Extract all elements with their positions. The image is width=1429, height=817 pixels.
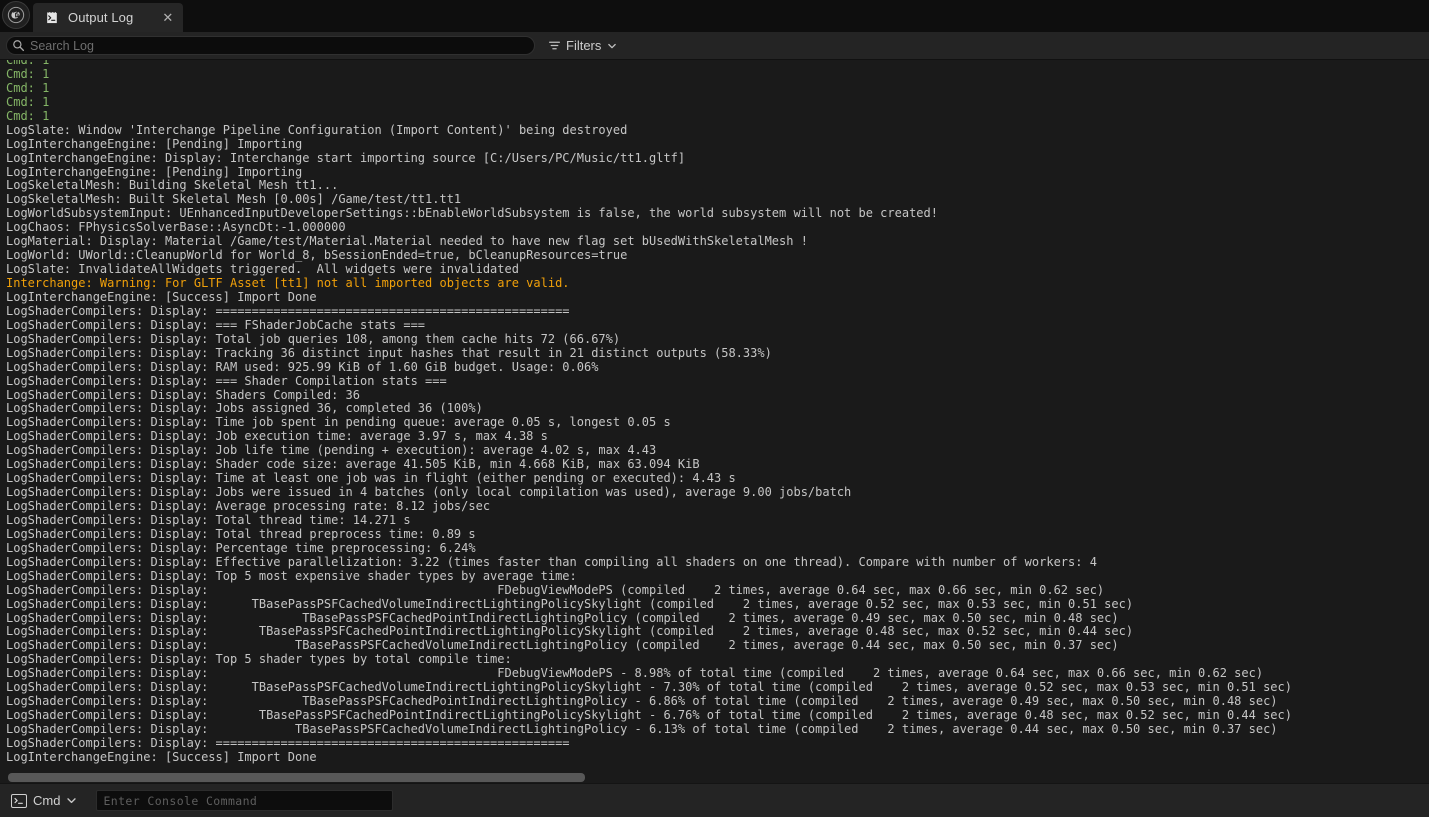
- search-input[interactable]: [26, 38, 528, 53]
- log-line: LogInterchangeEngine: [Pending] Importin…: [6, 164, 303, 179]
- log-toolbar: Filters: [0, 32, 1429, 60]
- log-line: Cmd: 1: [6, 66, 50, 81]
- log-line: LogShaderCompilers: Display: TBasePassPS…: [6, 694, 1278, 709]
- log-line: LogMaterial: Display: Material /Game/tes…: [6, 234, 808, 249]
- log-line: LogShaderCompilers: Display: TBasePassPS…: [6, 610, 1119, 625]
- log-line: Cmd: 1: [6, 108, 50, 123]
- log-line: LogShaderCompilers: Display: TBasePassPS…: [6, 638, 1119, 653]
- console-command-field[interactable]: [96, 790, 394, 811]
- log-line: Cmd: 1: [6, 80, 50, 95]
- log-line: Cmd: 1: [6, 94, 50, 109]
- log-line: LogShaderCompilers: Display: TBasePassPS…: [6, 708, 1292, 723]
- filters-button[interactable]: Filters: [543, 36, 621, 55]
- log-line: LogShaderCompilers: Display: FDebugViewM…: [6, 666, 1264, 681]
- log-line: LogShaderCompilers: Display: Time at lea…: [6, 471, 736, 486]
- log-line: LogShaderCompilers: Display: Jobs were i…: [6, 485, 852, 500]
- tab-output-log[interactable]: Output Log ✕: [33, 3, 184, 32]
- log-line: LogShaderCompilers: Display: Jobs assign…: [6, 401, 483, 416]
- log-line: LogShaderCompilers: Display: TBasePassPS…: [6, 722, 1278, 736]
- log-line-list: Cmd: 1 Cmd: 1 Cmd: 1 Cmd: 1 Cmd: 1 LogSlate: …: [0, 60, 1429, 765]
- unreal-engine-logo-icon[interactable]: [2, 1, 30, 29]
- chevron-down-icon: [606, 40, 617, 51]
- log-line: LogShaderCompilers: Display: === Shader …: [6, 373, 447, 388]
- log-line: LogShaderCompilers: Display: Job executi…: [6, 429, 548, 444]
- log-line: LogShaderCompilers: Display: Shader code…: [6, 457, 700, 472]
- log-output-panel[interactable]: Cmd: 1 Cmd: 1 Cmd: 1 Cmd: 1 Cmd: 1 LogSlate: …: [0, 60, 1429, 772]
- log-line: LogShaderCompilers: Display: Time job sp…: [6, 415, 671, 430]
- search-icon: [11, 38, 26, 53]
- console-command-input[interactable]: [97, 793, 393, 808]
- log-line: LogWorldSubsystemInput: UEnhancedInputDe…: [6, 206, 938, 221]
- log-line: LogShaderCompilers: Display: TBasePassPS…: [6, 624, 1134, 639]
- search-log-field[interactable]: [6, 36, 535, 55]
- horizontal-scrollbar[interactable]: [0, 772, 1429, 783]
- output-log-window: Output Log ✕ Filters: [0, 0, 1429, 817]
- console-command-bar: Cmd: [0, 783, 1429, 817]
- chevron-down-icon: [66, 795, 77, 806]
- scrollbar-track[interactable]: [0, 773, 1429, 782]
- log-line: LogShaderCompilers: Display: TBasePassPS…: [6, 596, 1134, 611]
- log-line: LogShaderCompilers: Display: ===========…: [6, 303, 570, 318]
- log-line: LogSkeletalMesh: Built Skeletal Mesh [0.…: [6, 192, 462, 207]
- log-line: LogShaderCompilers: Display: Effective p…: [6, 554, 1097, 569]
- log-line: LogSkeletalMesh: Building Skeletal Mesh …: [6, 178, 339, 193]
- log-line: LogSlate: InvalidateAllWidgets triggered…: [6, 262, 519, 277]
- log-line: LogShaderCompilers: Display: Total job q…: [6, 331, 621, 346]
- tab-bar: Output Log ✕: [0, 0, 1429, 32]
- log-line: LogShaderCompilers: Display: Shaders Com…: [6, 387, 361, 402]
- log-line: LogShaderCompilers: Display: Job life ti…: [6, 443, 657, 458]
- log-line: Interchange: Warning: For GLTF Asset [tt…: [6, 276, 570, 290]
- tab-label: Output Log: [68, 10, 134, 25]
- log-line: LogInterchangeEngine: [Success] Import D…: [6, 289, 317, 304]
- log-line: LogShaderCompilers: Display: ===========…: [6, 735, 570, 750]
- log-line: LogShaderCompilers: Display: FDebugViewM…: [6, 582, 1105, 597]
- log-line: LogChaos: FPhysicsSolverBase::AsyncDt:-1…: [6, 220, 346, 235]
- log-line: LogInterchangeEngine: [Pending] Importin…: [6, 136, 303, 151]
- log-line: LogInterchangeEngine: [Success] Import D…: [6, 749, 317, 764]
- log-line: LogWorld: UWorld::CleanupWorld for World…: [6, 248, 628, 263]
- cmd-label: Cmd: [33, 793, 61, 808]
- scrollbar-thumb[interactable]: [8, 773, 585, 782]
- log-line: LogShaderCompilers: Display: === FShader…: [6, 317, 426, 332]
- close-icon[interactable]: ✕: [142, 11, 173, 24]
- log-line: Cmd: 1: [6, 60, 50, 67]
- log-line: LogInterchangeEngine: Display: Interchan…: [6, 150, 686, 165]
- filters-label: Filters: [566, 38, 602, 53]
- cmd-mode-button[interactable]: Cmd: [8, 791, 80, 810]
- log-line: LogShaderCompilers: Display: RAM used: 9…: [6, 359, 599, 374]
- terminal-icon: [11, 793, 27, 808]
- log-line: LogShaderCompilers: Display: Percentage …: [6, 540, 476, 555]
- log-line: LogShaderCompilers: Display: Average pro…: [6, 499, 491, 513]
- output-log-icon: [44, 10, 59, 25]
- log-line: LogShaderCompilers: Display: Total threa…: [6, 526, 476, 541]
- log-line: LogShaderCompilers: Display: Top 5 most …: [6, 568, 577, 583]
- filter-icon: [547, 39, 561, 53]
- log-line: LogShaderCompilers: Display: Total threa…: [6, 512, 411, 527]
- log-line: LogSlate: Window 'Interchange Pipeline C…: [6, 122, 628, 137]
- log-line: LogShaderCompilers: Display: TBasePassPS…: [6, 680, 1292, 695]
- log-line: LogShaderCompilers: Display: Tracking 36…: [6, 345, 772, 360]
- log-line: LogShaderCompilers: Display: Top 5 shade…: [6, 652, 512, 667]
